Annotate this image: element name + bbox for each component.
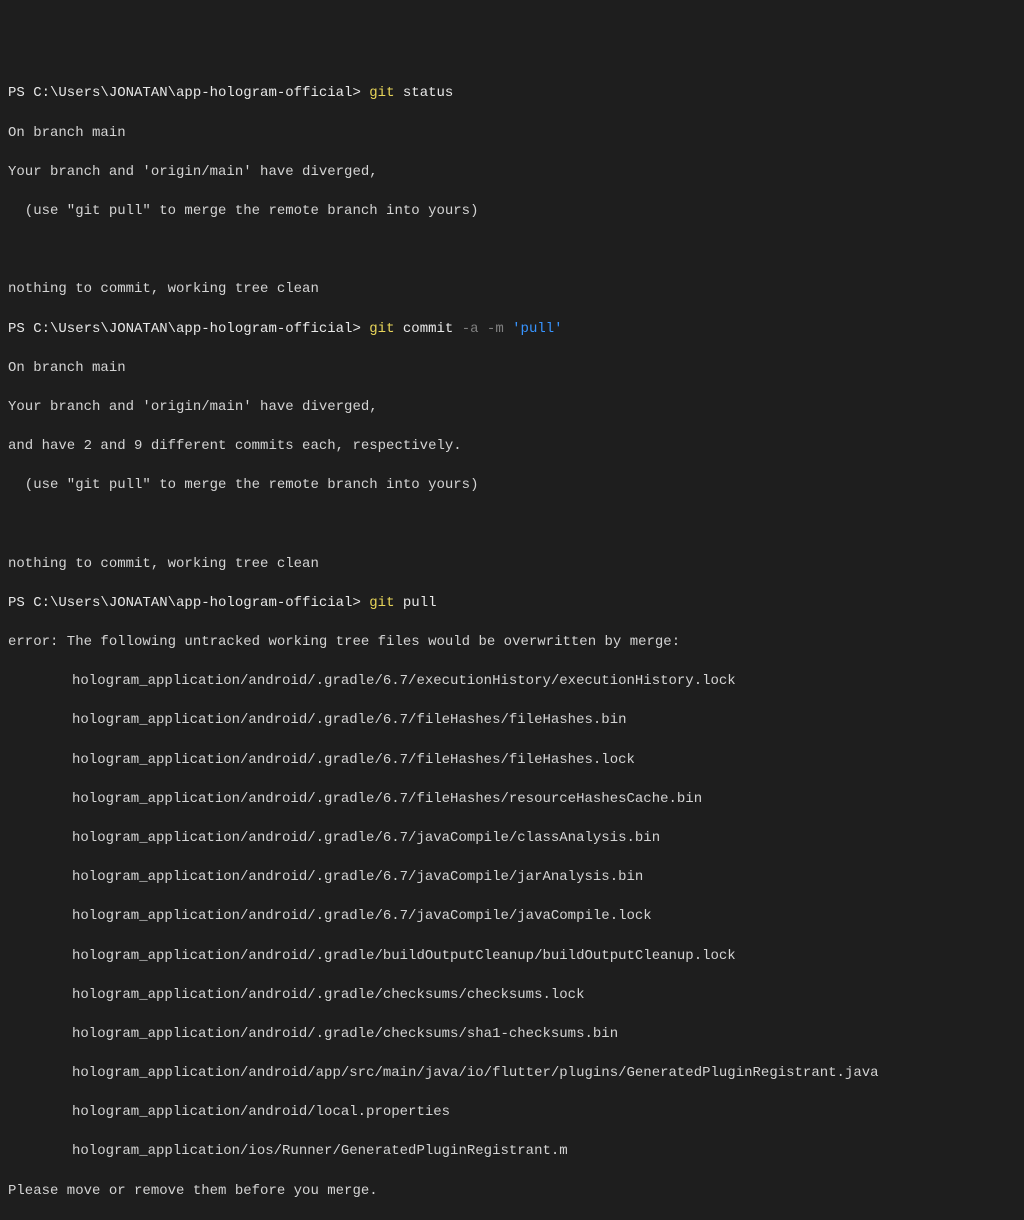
- git-keyword: git: [369, 595, 394, 611]
- output-line: Your branch and 'origin/main' have diver…: [8, 398, 1016, 418]
- command-line-2: PS C:\Users\JONATAN\app-hologram-officia…: [8, 320, 1016, 340]
- output-line: nothing to commit, working tree clean: [8, 555, 1016, 575]
- file-path: hologram_application/android/.gradle/6.7…: [8, 829, 1016, 849]
- file-path: hologram_application/android/.gradle/che…: [8, 1025, 1016, 1045]
- git-keyword: git: [369, 85, 394, 101]
- output-line: On branch main: [8, 359, 1016, 379]
- file-path: hologram_application/android/.gradle/6.7…: [8, 790, 1016, 810]
- file-path: hologram_application/android/.gradle/bui…: [8, 947, 1016, 967]
- file-path: hologram_application/ios/Runner/Generate…: [8, 1142, 1016, 1162]
- output-line: Please move or remove them before you me…: [8, 1182, 1016, 1202]
- file-path: hologram_application/android/.gradle/6.7…: [8, 751, 1016, 771]
- output-blank: [8, 515, 1016, 535]
- git-subcommand: status: [403, 85, 453, 101]
- output-line: On branch main: [8, 124, 1016, 144]
- output-blank: [8, 241, 1016, 261]
- git-subcommand: pull: [403, 595, 437, 611]
- output-line: nothing to commit, working tree clean: [8, 280, 1016, 300]
- prompt: PS C:\Users\JONATAN\app-hologram-officia…: [8, 85, 361, 101]
- file-path: hologram_application/android/.gradle/6.7…: [8, 907, 1016, 927]
- file-path: hologram_application/android/.gradle/6.7…: [8, 672, 1016, 692]
- git-string-arg: 'pull': [512, 321, 562, 337]
- file-path: hologram_application/android/.gradle/6.7…: [8, 868, 1016, 888]
- file-path: hologram_application/android/app/src/mai…: [8, 1064, 1016, 1084]
- command-line-1: PS C:\Users\JONATAN\app-hologram-officia…: [8, 84, 1016, 104]
- file-path: hologram_application/android/.gradle/6.7…: [8, 711, 1016, 731]
- git-flags: -a -m: [462, 321, 504, 337]
- terminal-output[interactable]: PS C:\Users\JONATAN\app-hologram-officia…: [8, 84, 1016, 1220]
- error-line: error: The following untracked working t…: [8, 633, 1016, 653]
- output-line: (use "git pull" to merge the remote bran…: [8, 476, 1016, 496]
- output-line: (use "git pull" to merge the remote bran…: [8, 202, 1016, 222]
- output-line: and have 2 and 9 different commits each,…: [8, 437, 1016, 457]
- git-subcommand: commit: [403, 321, 453, 337]
- file-path: hologram_application/android/local.prope…: [8, 1103, 1016, 1123]
- git-keyword: git: [369, 321, 394, 337]
- output-line: Your branch and 'origin/main' have diver…: [8, 163, 1016, 183]
- file-path: hologram_application/android/.gradle/che…: [8, 986, 1016, 1006]
- command-line-3: PS C:\Users\JONATAN\app-hologram-officia…: [8, 594, 1016, 614]
- prompt: PS C:\Users\JONATAN\app-hologram-officia…: [8, 595, 361, 611]
- prompt: PS C:\Users\JONATAN\app-hologram-officia…: [8, 321, 361, 337]
